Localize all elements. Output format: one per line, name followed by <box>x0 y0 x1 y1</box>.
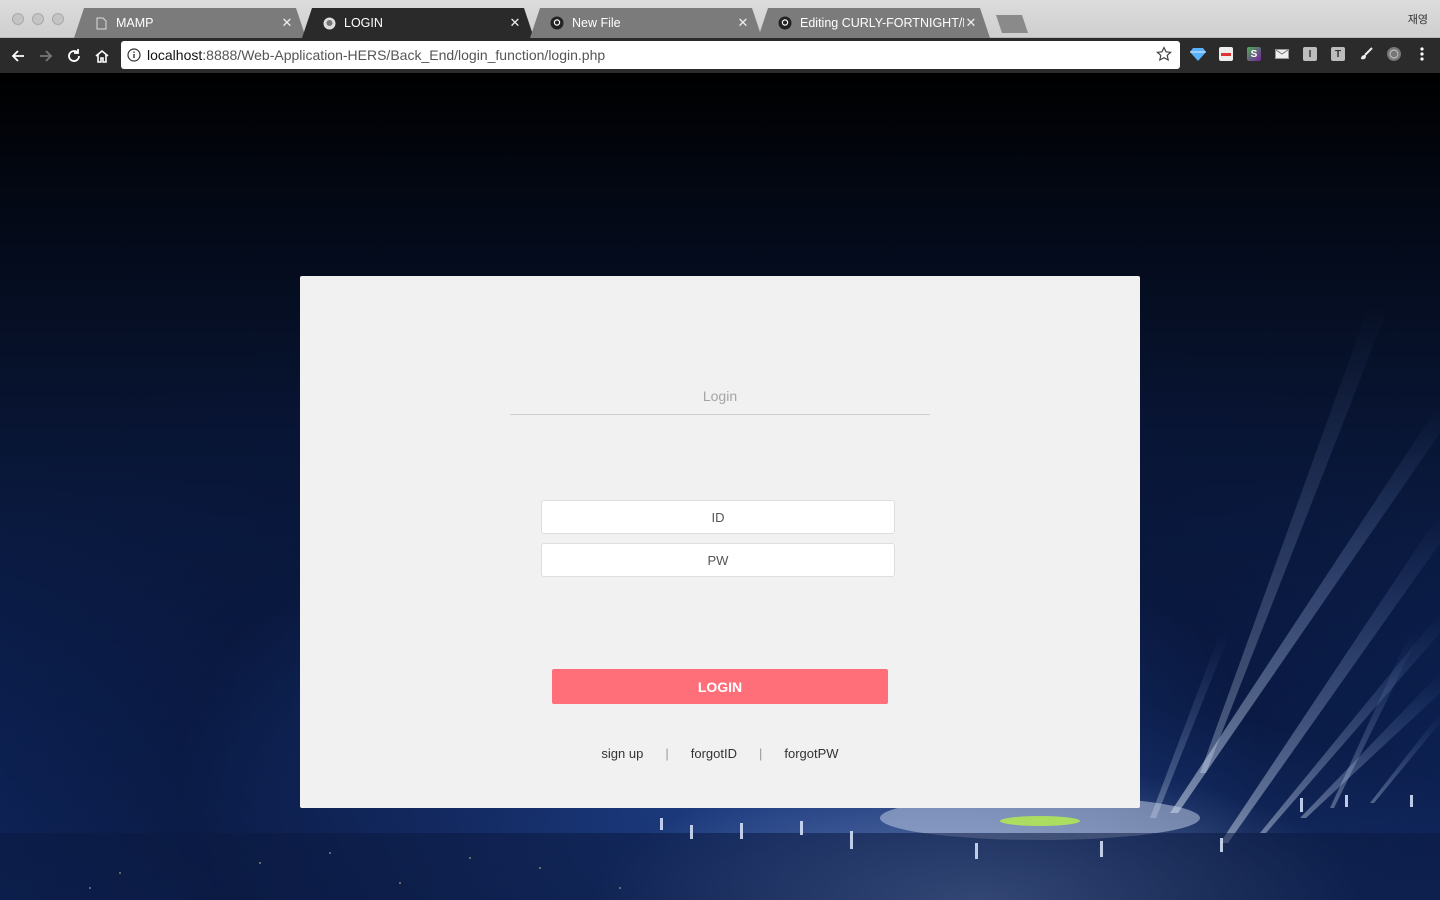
sign-up-link[interactable]: sign up <box>601 746 643 761</box>
link-separator: | <box>665 746 669 761</box>
login-card: Login LOGIN sign up | forgotID | forgotP… <box>300 276 1140 808</box>
minimize-window-button[interactable] <box>32 13 44 25</box>
github-icon <box>778 16 792 30</box>
forgot-pw-link[interactable]: forgotPW <box>784 746 838 761</box>
url-host: localhost <box>147 47 203 63</box>
site-favicon-icon <box>322 16 336 30</box>
forward-button[interactable] <box>32 42 60 70</box>
login-title: Login <box>510 388 930 415</box>
reload-button[interactable] <box>60 42 88 70</box>
url-path: :8888/Web-Application-HERS/Back_End/logi… <box>202 47 606 63</box>
calendar-icon[interactable] <box>1218 46 1234 62</box>
tab-title: MAMP <box>116 16 154 30</box>
site-info-icon[interactable] <box>121 48 147 62</box>
browser-tab-strip: MAMP ✕ LOGIN ✕ New File ✕ Editing CURLY-… <box>0 0 1440 38</box>
tab-editing-readme[interactable]: Editing CURLY-FORTNIGHT/RE ✕ <box>758 8 990 38</box>
new-tab-button[interactable] <box>996 15 1028 33</box>
id-input[interactable] <box>541 500 895 534</box>
brush-icon[interactable] <box>1358 46 1374 62</box>
home-button[interactable] <box>88 42 116 70</box>
page-background: Login LOGIN sign up | forgotID | forgotP… <box>0 73 1440 900</box>
link-separator: | <box>758 746 763 761</box>
password-input[interactable] <box>541 543 895 577</box>
tab-title: New File <box>572 16 621 30</box>
round-icon[interactable] <box>1386 46 1402 62</box>
close-tab-icon[interactable]: ✕ <box>964 15 978 31</box>
login-button[interactable]: LOGIN <box>552 669 888 704</box>
back-button[interactable] <box>4 42 32 70</box>
tab-login[interactable]: LOGIN ✕ <box>302 8 534 38</box>
forward-arrow-icon <box>40 49 53 62</box>
tab-title: LOGIN <box>344 16 383 30</box>
diamond-icon[interactable] <box>1190 46 1206 62</box>
back-arrow-icon <box>11 49 24 62</box>
tab-title: Editing CURLY-FORTNIGHT/RE <box>800 16 964 30</box>
tab-mamp[interactable]: MAMP ✕ <box>74 8 306 38</box>
github-icon <box>550 16 564 30</box>
close-tab-icon[interactable]: ✕ <box>280 15 294 31</box>
profile-name[interactable]: 재영 <box>1408 11 1428 27</box>
reload-icon <box>68 48 80 62</box>
browser-toolbar: localhost:8888/Web-Application-HERS/Back… <box>0 38 1440 73</box>
page-icon <box>94 16 108 30</box>
address-bar[interactable]: localhost:8888/Web-Application-HERS/Back… <box>121 41 1180 69</box>
t-icon[interactable]: T <box>1330 46 1346 62</box>
close-tab-icon[interactable]: ✕ <box>508 15 522 31</box>
tab-new-file[interactable]: New File ✕ <box>530 8 762 38</box>
browser-menu-icon[interactable] <box>1414 46 1430 62</box>
forgot-id-link[interactable]: forgotID <box>691 746 737 761</box>
close-window-button[interactable] <box>12 13 24 25</box>
account-links: sign up | forgotID | forgotPW <box>300 746 1140 761</box>
close-tab-icon[interactable]: ✕ <box>736 15 750 31</box>
zoom-window-button[interactable] <box>52 13 64 25</box>
email-icon[interactable] <box>1274 46 1290 62</box>
i-icon[interactable]: I <box>1302 46 1318 62</box>
home-icon <box>95 49 109 63</box>
bookmark-star-icon[interactable] <box>1156 46 1172 65</box>
s-icon[interactable]: S <box>1246 46 1262 62</box>
